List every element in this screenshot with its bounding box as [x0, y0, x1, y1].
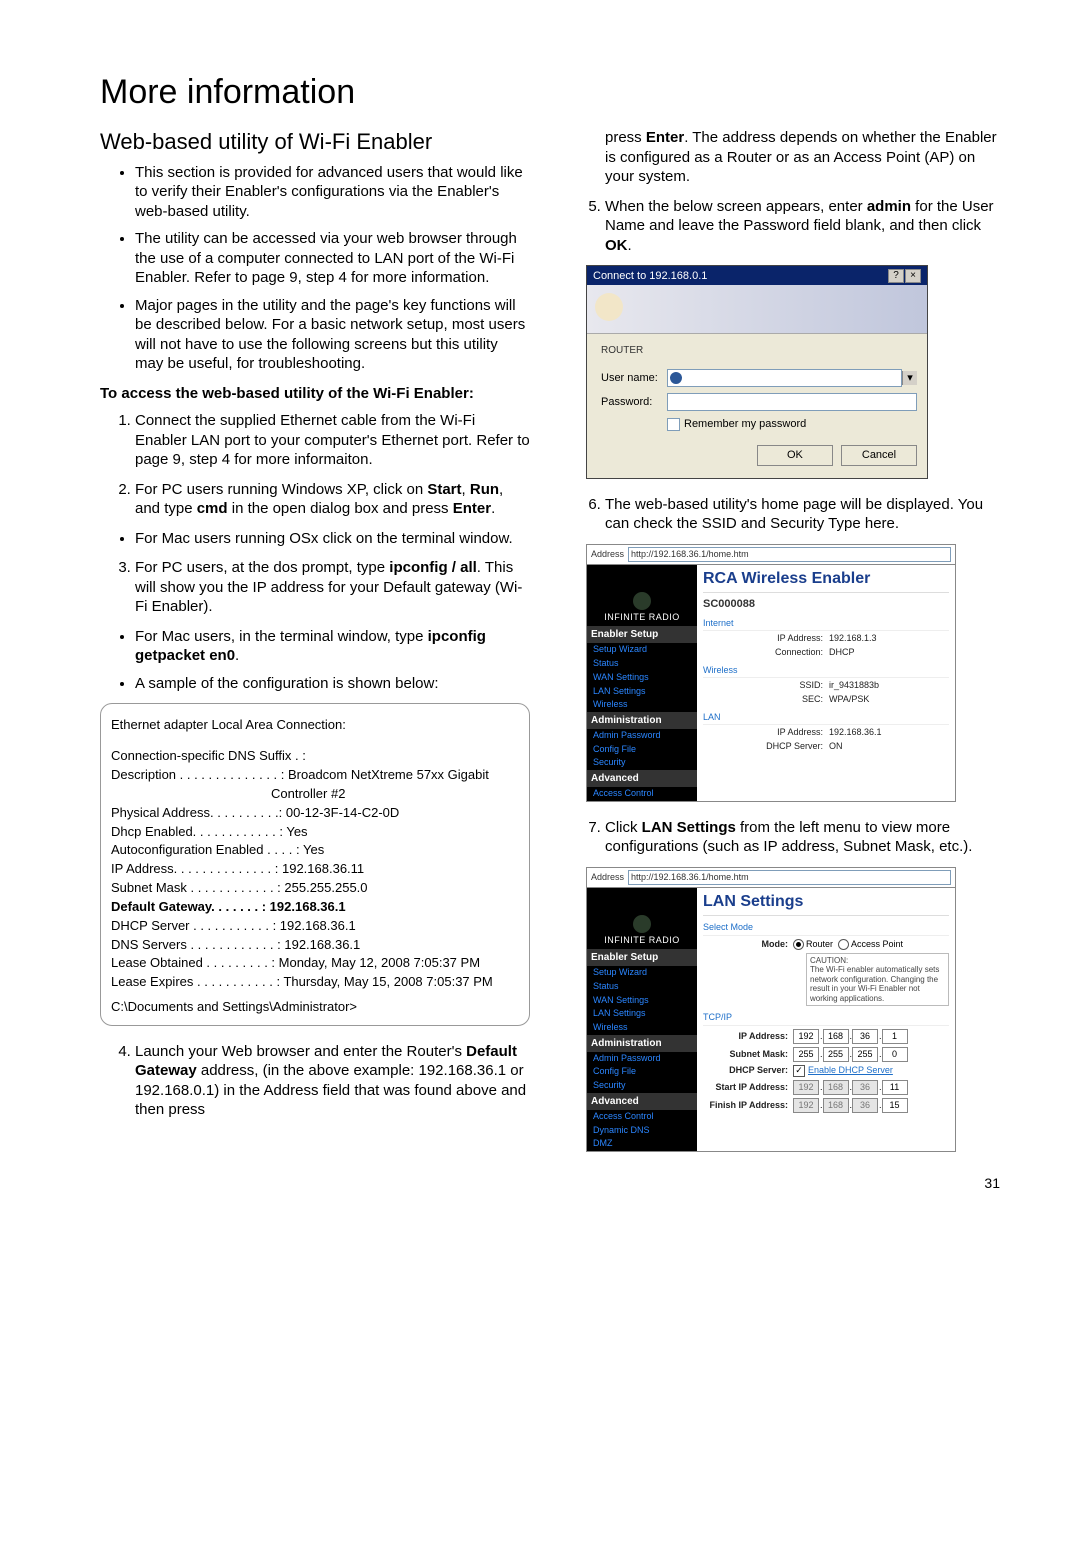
- user-icon: [670, 372, 682, 384]
- step-3-sub1: For Mac users, in the terminal window, t…: [135, 627, 530, 666]
- step-4-cont: press Enter. The address depends on whet…: [570, 128, 1000, 187]
- nav-admin-password[interactable]: Admin Password: [587, 1052, 697, 1066]
- close-icon: ×: [905, 269, 921, 283]
- nav-wireless[interactable]: Wireless: [587, 1021, 697, 1035]
- step-5: When the below screen appears, enter adm…: [605, 197, 1000, 256]
- ok-button[interactable]: OK: [757, 445, 833, 465]
- nav-wan-settings[interactable]: WAN Settings: [587, 671, 697, 685]
- step-3-sub2: A sample of the configuration is shown b…: [135, 674, 530, 694]
- mode-ap-radio[interactable]: [838, 939, 849, 950]
- nav-status[interactable]: Status: [587, 657, 697, 671]
- page-title: More information: [100, 70, 1000, 114]
- username-dropdown[interactable]: ▾: [902, 371, 917, 385]
- caution-box: CAUTION: The Wi-Fi enabler automatically…: [806, 953, 949, 1007]
- intro-bullet: The utility can be accessed via your web…: [135, 229, 530, 288]
- intro-bullet-list: This section is provided for advanced us…: [100, 163, 530, 374]
- step-3: For PC users, at the dos prompt, type ip…: [135, 558, 530, 617]
- nav-wireless[interactable]: Wireless: [587, 698, 697, 712]
- username-label: User name:: [601, 371, 667, 385]
- address-bar[interactable]: http://192.168.36.1/home.htm: [628, 870, 951, 886]
- mode-router-radio[interactable]: [793, 939, 804, 950]
- nav-access-control[interactable]: Access Control: [587, 1110, 697, 1124]
- username-input[interactable]: [667, 369, 902, 387]
- page-number: 31: [100, 1174, 1000, 1192]
- keys-icon: [595, 293, 623, 321]
- nav-setup-wizard[interactable]: Setup Wizard: [587, 966, 697, 980]
- logo: INFINITE RADIO: [587, 888, 697, 949]
- cancel-button[interactable]: Cancel: [841, 445, 917, 465]
- home-page-screenshot: Address http://192.168.36.1/home.htm INF…: [586, 544, 956, 802]
- access-subheading: To access the web-based utility of the W…: [100, 384, 530, 404]
- nav-setup-wizard[interactable]: Setup Wizard: [587, 643, 697, 657]
- step-7: Click LAN Settings from the left menu to…: [605, 818, 1000, 857]
- nav-admin-password[interactable]: Admin Password: [587, 729, 697, 743]
- address-bar[interactable]: http://192.168.36.1/home.htm: [628, 547, 951, 563]
- section-heading: Web-based utility of Wi-Fi Enabler: [100, 128, 530, 157]
- enable-dhcp-link[interactable]: Enable DHCP Server: [808, 1065, 893, 1077]
- step-1: Connect the supplied Ethernet cable from…: [135, 411, 530, 470]
- nav-config-file[interactable]: Config File: [587, 1065, 697, 1079]
- intro-bullet: This section is provided for advanced us…: [135, 163, 530, 222]
- nav-lan-settings[interactable]: LAN Settings: [587, 1007, 697, 1021]
- help-icon: ?: [888, 269, 904, 283]
- nav-lan-settings[interactable]: LAN Settings: [587, 685, 697, 699]
- ip-octet[interactable]: 192: [793, 1029, 819, 1044]
- logo: INFINITE RADIO: [587, 565, 697, 626]
- auth-title: Connect to 192.168.0.1: [593, 269, 707, 283]
- step-2-sub: For Mac users running OSx click on the t…: [135, 529, 530, 549]
- ipconfig-sample: Ethernet adapter Local Area Connection: …: [100, 703, 530, 1026]
- step-6: The web-based utility's home page will b…: [605, 495, 1000, 534]
- remember-label: Remember my password: [684, 417, 806, 431]
- model-number: SC000088: [703, 597, 949, 611]
- remember-checkbox[interactable]: [667, 418, 680, 431]
- lan-settings-screenshot: Address http://192.168.36.1/home.htm INF…: [586, 867, 956, 1152]
- nav-security[interactable]: Security: [587, 756, 697, 770]
- intro-bullet: Major pages in the utility and the page'…: [135, 296, 530, 374]
- lan-title: LAN Settings: [703, 892, 949, 916]
- nav-dynamic-dns[interactable]: Dynamic DNS: [587, 1124, 697, 1138]
- router-title: RCA Wireless Enabler: [703, 569, 949, 593]
- auth-dialog-screenshot: Connect to 192.168.0.1 ?× ROUTER User na…: [586, 265, 928, 479]
- step-4: Launch your Web browser and enter the Ro…: [135, 1042, 530, 1120]
- nav-security[interactable]: Security: [587, 1079, 697, 1093]
- nav-dmz[interactable]: DMZ: [587, 1137, 697, 1151]
- nav-wan-settings[interactable]: WAN Settings: [587, 994, 697, 1008]
- dhcp-checkbox[interactable]: ✓: [793, 1065, 805, 1077]
- realm-label: ROUTER: [601, 344, 917, 357]
- nav-status[interactable]: Status: [587, 980, 697, 994]
- steps-list: Connect the supplied Ethernet cable from…: [100, 411, 530, 470]
- password-input[interactable]: [667, 393, 917, 411]
- nav-config-file[interactable]: Config File: [587, 743, 697, 757]
- step-2: For PC users running Windows XP, click o…: [135, 480, 530, 519]
- nav-access-control[interactable]: Access Control: [587, 787, 697, 801]
- password-label: Password:: [601, 395, 667, 409]
